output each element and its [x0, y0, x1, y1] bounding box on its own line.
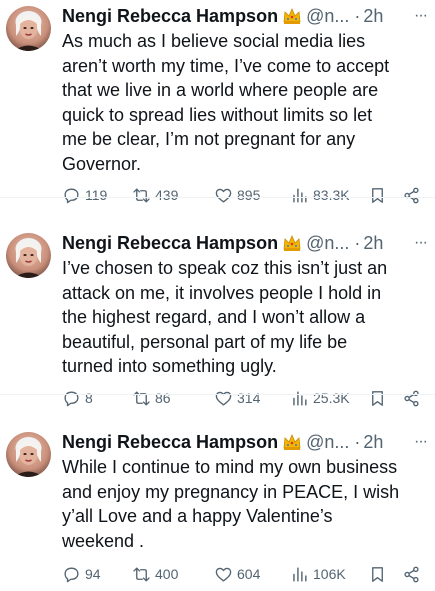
tweet-header: Nengi Rebecca Hampson @n... · 2h ···	[62, 430, 428, 454]
bookmark-button[interactable]	[368, 563, 387, 585]
retweet-icon	[133, 566, 150, 582]
timestamp[interactable]: 2h	[363, 430, 383, 454]
like-button[interactable]: 604	[214, 563, 260, 585]
tweet-header: Nengi Rebecca Hampson @n... · 2h ···	[62, 231, 428, 255]
reply-button[interactable]: 94	[62, 563, 101, 585]
separator-dot: ·	[354, 233, 361, 253]
retweet-button[interactable]: 400	[132, 563, 178, 585]
tweet-text: As much as I believe social media lies a…	[62, 31, 390, 174]
like-count: 604	[237, 566, 261, 582]
share-icon	[404, 566, 419, 582]
user-handle[interactable]: @n...	[306, 4, 349, 28]
user-handle[interactable]: @n...	[306, 430, 349, 454]
tweet[interactable]: Nengi Rebecca Hampson @n... · 2h ··· I’v…	[0, 197, 435, 406]
timestamp[interactable]: 2h	[363, 231, 383, 255]
view-count: 106K	[313, 566, 346, 582]
tweet-text: I’ve chosen to speak coz this isn’t just…	[62, 258, 388, 376]
tweet[interactable]: Nengi Rebecca Hampson @n... · 2h ··· Whi…	[0, 394, 435, 591]
heart-icon	[215, 567, 232, 582]
views-icon	[293, 566, 307, 582]
avatar[interactable]	[6, 6, 51, 51]
crown-emoji-icon	[282, 432, 302, 452]
tweet-actions: 94 400 604 106K	[62, 563, 425, 585]
crown-emoji-icon	[282, 6, 302, 26]
share-button[interactable]	[402, 563, 421, 585]
more-options-icon[interactable]: ···	[414, 4, 428, 28]
tweet-header: Nengi Rebecca Hampson @n... · 2h ···	[62, 4, 428, 28]
retweet-count: 400	[155, 566, 179, 582]
tweet-text: While I continue to mind my own business…	[62, 457, 400, 551]
timestamp[interactable]: 2h	[363, 4, 383, 28]
reply-count: 94	[85, 566, 101, 582]
display-name[interactable]: Nengi Rebecca Hampson	[62, 231, 278, 255]
crown-emoji-icon	[282, 233, 302, 253]
avatar[interactable]	[6, 233, 51, 278]
more-options-icon[interactable]: ···	[414, 430, 428, 454]
avatar[interactable]	[6, 432, 51, 477]
views-button[interactable]: 106K	[290, 563, 346, 585]
display-name[interactable]: Nengi Rebecca Hampson	[62, 4, 278, 28]
separator-dot: ·	[354, 6, 361, 26]
more-options-icon[interactable]: ···	[414, 231, 428, 255]
user-handle[interactable]: @n...	[306, 231, 349, 255]
separator-dot: ·	[354, 432, 361, 452]
bookmark-icon	[372, 566, 383, 582]
tweet[interactable]: Nengi Rebecca Hampson @n... · 2h ··· As …	[0, 0, 435, 203]
display-name[interactable]: Nengi Rebecca Hampson	[62, 430, 278, 454]
reply-icon	[64, 566, 79, 582]
